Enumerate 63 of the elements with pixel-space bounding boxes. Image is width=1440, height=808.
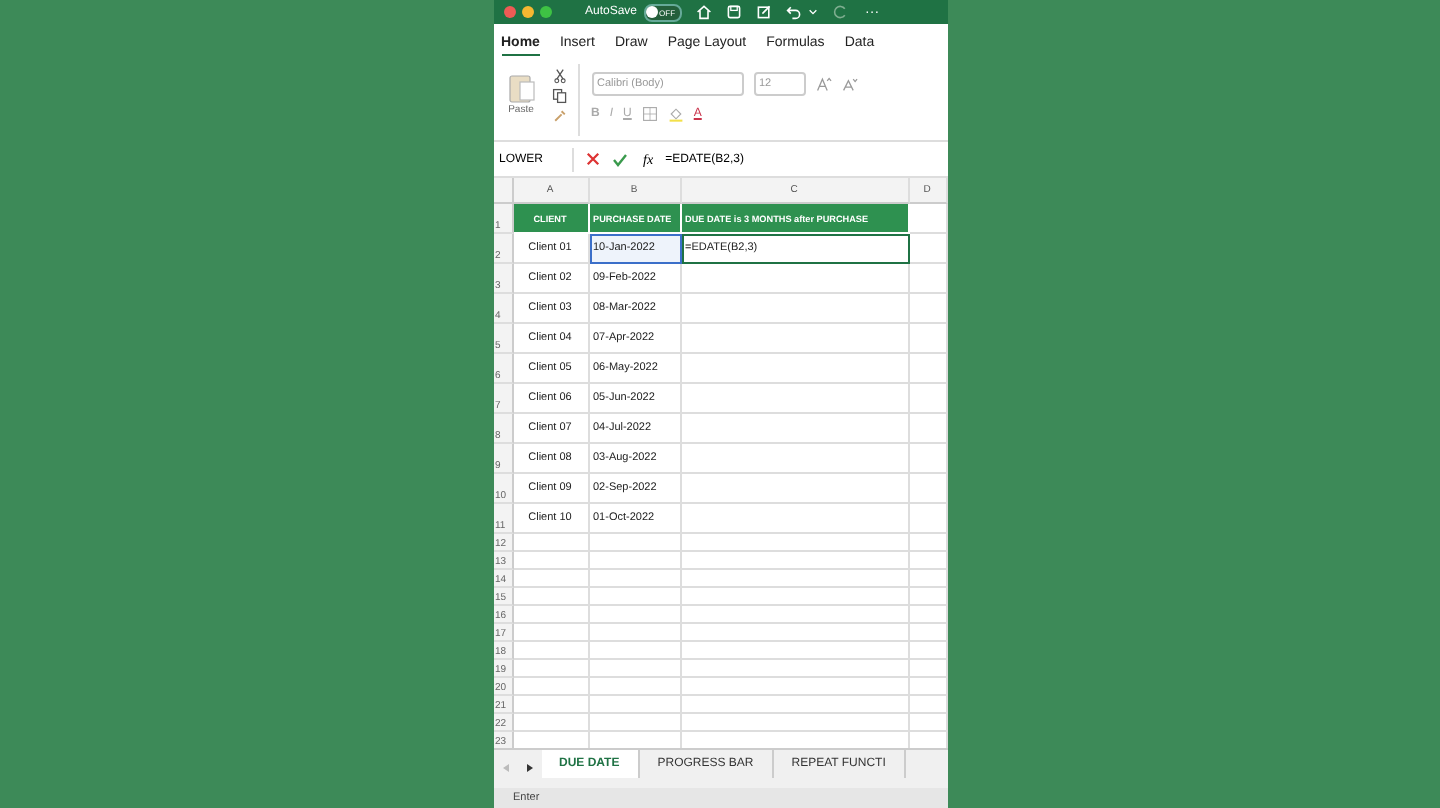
next-sheet-icon[interactable] xyxy=(523,762,535,774)
table-cell xyxy=(909,570,947,588)
table-cell xyxy=(589,570,681,588)
table-cell xyxy=(909,414,947,444)
table-cell xyxy=(909,642,947,660)
table-cell xyxy=(909,234,947,264)
table-cell xyxy=(909,384,947,414)
table-cell xyxy=(909,534,947,552)
cancel-icon[interactable] xyxy=(585,152,599,166)
undo-icon[interactable] xyxy=(785,4,802,20)
clipboard-icon[interactable] xyxy=(507,72,535,104)
table-cell xyxy=(909,678,947,696)
check-icon[interactable] xyxy=(611,151,627,167)
table-cell xyxy=(513,642,589,660)
table-cell xyxy=(909,624,947,642)
table-cell xyxy=(909,660,947,678)
table-cell xyxy=(589,714,681,732)
table-cell xyxy=(513,606,589,624)
table-cell xyxy=(513,678,589,696)
save-icon[interactable] xyxy=(725,4,742,20)
table-cell xyxy=(513,714,589,732)
table-cell xyxy=(589,588,681,606)
table-cell xyxy=(909,294,947,324)
table-cell xyxy=(589,606,681,624)
table-cell xyxy=(513,696,589,714)
home-icon[interactable] xyxy=(695,4,712,20)
table-cell xyxy=(513,534,589,552)
table-cell xyxy=(589,624,681,642)
table-cell xyxy=(589,642,681,660)
zoom-icon[interactable] xyxy=(539,6,551,18)
shrink-font-icon[interactable] xyxy=(841,76,857,92)
copy-icon[interactable] xyxy=(551,88,567,104)
edit-icon[interactable] xyxy=(755,4,772,20)
table-cell xyxy=(589,660,681,678)
borders-icon[interactable] xyxy=(641,106,658,122)
table-cell xyxy=(909,354,947,384)
grow-font-icon[interactable] xyxy=(815,76,831,92)
fill-color-icon[interactable] xyxy=(667,106,684,122)
table-cell xyxy=(513,570,589,588)
table-cell xyxy=(909,204,947,234)
table-cell xyxy=(909,444,947,474)
table-cell xyxy=(513,552,589,570)
redo-icon xyxy=(831,4,848,20)
table-cell xyxy=(909,324,947,354)
table-cell xyxy=(589,552,681,570)
table-cell xyxy=(909,264,947,294)
table-cell xyxy=(909,714,947,732)
table-cell xyxy=(909,606,947,624)
table-cell xyxy=(589,534,681,552)
table-cell xyxy=(909,504,947,534)
table-cell xyxy=(909,474,947,504)
table-cell xyxy=(909,552,947,570)
caret-icon[interactable] xyxy=(807,8,818,16)
table-cell xyxy=(909,588,947,606)
minimize-icon[interactable] xyxy=(521,6,533,18)
table-cell xyxy=(513,660,589,678)
close-icon[interactable] xyxy=(503,6,515,18)
table-cell xyxy=(909,696,947,714)
table-cell xyxy=(513,588,589,606)
table-cell xyxy=(513,624,589,642)
table-cell xyxy=(589,678,681,696)
table-cell xyxy=(589,696,681,714)
scissors-icon[interactable] xyxy=(551,68,567,84)
